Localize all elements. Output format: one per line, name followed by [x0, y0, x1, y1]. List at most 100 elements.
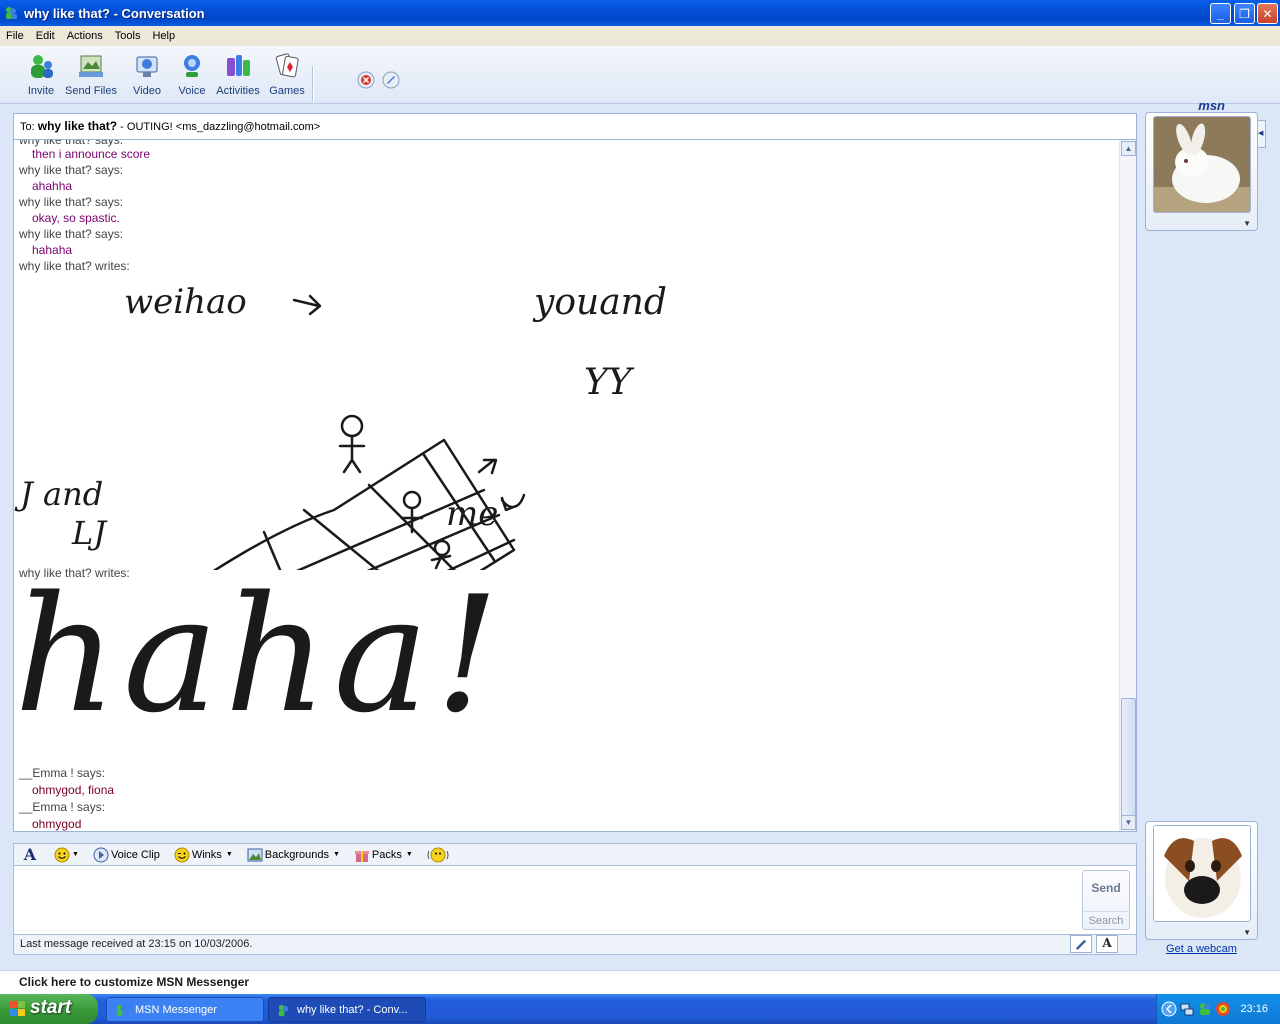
message-text: ohmygod: [32, 817, 82, 831]
menu-bar: File Edit Actions Tools Help: [0, 26, 1280, 46]
to-bar: To: why like that? - OUTING! <ms_dazzlin…: [13, 113, 1137, 139]
voice-icon: [184, 55, 200, 77]
rabbit-image: [1154, 117, 1250, 212]
menu-actions[interactable]: Actions: [61, 30, 109, 42]
backgrounds-button[interactable]: Backgrounds ▼: [247, 847, 340, 863]
system-tray: 23:16: [1156, 994, 1280, 1024]
nudge-icon: [427, 847, 449, 862]
send-button[interactable]: Send: [1083, 881, 1129, 895]
msn-buddy-icon: [6, 7, 17, 19]
clock: 23:16: [1240, 1003, 1268, 1015]
invite-button[interactable]: Invite: [13, 52, 69, 97]
message-input[interactable]: [18, 870, 1068, 930]
voice-clip-button[interactable]: Voice Clip: [93, 847, 160, 863]
main-toolbar: Invite Send Files Video Voice Activities: [0, 46, 1280, 113]
chevron-down-icon[interactable]: ▼: [1243, 928, 1251, 937]
gift-icon: [354, 850, 369, 862]
conversation-history[interactable]: why like that? says: then i announce sco…: [13, 139, 1137, 832]
start-button[interactable]: start: [0, 994, 98, 1024]
invite-icon: [31, 55, 53, 78]
my-display-picture-frame: ▼: [1145, 821, 1258, 940]
contact-display-picture[interactable]: [1153, 116, 1251, 213]
winks-button[interactable]: Winks ▼: [174, 847, 233, 863]
block-icon[interactable]: [357, 71, 375, 89]
chevron-down-icon: ▼: [405, 851, 413, 858]
get-webcam-link[interactable]: Get a webcam: [1145, 943, 1258, 955]
message-sender: __Emma ! says:: [19, 800, 106, 814]
format-toolbar: A ▼ Voice Clip Winks ▼ Backgrounds ▼ Pac…: [13, 843, 1137, 865]
voice-clip-icon: [93, 847, 109, 862]
ink-word-j-and: J and: [20, 475, 104, 513]
menu-tools[interactable]: Tools: [109, 30, 147, 42]
message-input-area: Send Search: [13, 865, 1137, 935]
message-sender: why like that? says:: [19, 195, 124, 209]
video-icon: [136, 56, 158, 77]
windows-flag-icon: [10, 1001, 25, 1016]
display-picture-icon[interactable]: [382, 71, 400, 89]
tray-expand-icon[interactable]: [1161, 1001, 1177, 1017]
send-files-icon: [79, 55, 103, 77]
contact-email: - OUTING! <ms_dazzling@hotmail.com>: [117, 121, 321, 133]
activities-icon: [227, 55, 250, 76]
send-files-button[interactable]: Send Files: [63, 52, 119, 97]
network-icon[interactable]: [1179, 1001, 1195, 1017]
message-text: ohmygod, fiona: [32, 783, 115, 797]
maximize-button[interactable]: ❐: [1234, 3, 1255, 24]
chevron-down-icon[interactable]: ▼: [1243, 219, 1251, 228]
games-icon: [275, 53, 299, 78]
nudge-button[interactable]: [427, 847, 451, 863]
text-mode-button[interactable]: A: [1096, 935, 1118, 953]
msn-buddy-icon: [278, 1004, 289, 1017]
handwritten-drawing-haha: haha!: [14, 570, 506, 748]
scroll-thumb[interactable]: [1121, 698, 1136, 816]
taskbar: start MSN Messenger why like that? - Con…: [0, 994, 1280, 1024]
chevron-down-icon: ▼: [332, 851, 340, 858]
antivirus-icon[interactable]: [1215, 1001, 1231, 1017]
title-bar: why like that? - Conversation _ ❐ ✕: [0, 0, 1280, 26]
contact-display-picture-frame: ▼: [1145, 112, 1258, 231]
font-button[interactable]: A: [22, 846, 40, 863]
collapse-panel-button[interactable]: ◀: [1258, 120, 1266, 148]
my-display-picture[interactable]: [1153, 825, 1251, 922]
message-text: hahaha: [32, 243, 73, 257]
message-sender: __Emma ! says:: [19, 766, 106, 780]
ink-word-lj: LJ: [72, 514, 107, 552]
packs-button[interactable]: Packs ▼: [354, 847, 413, 863]
toolbar-separator: [312, 66, 314, 102]
scroll-up-button[interactable]: ▲: [1121, 141, 1136, 156]
message-sender: why like that? says:: [19, 139, 124, 147]
ink-word-weihao: weihao: [124, 282, 247, 322]
chevron-down-icon: ▼: [225, 851, 233, 858]
minimize-button[interactable]: _: [1210, 3, 1231, 24]
status-bar: Last message received at 23:15 on 10/03/…: [13, 935, 1137, 955]
message-text: okay, so spastic.: [32, 211, 120, 225]
menu-edit[interactable]: Edit: [30, 30, 61, 42]
message-text: then i announce score: [32, 147, 151, 161]
message-sender: why like that? says:: [19, 227, 124, 241]
msn-logo: msn: [1198, 98, 1225, 113]
msn-tray-icon[interactable]: [1197, 1001, 1213, 1017]
conversation-scrollbar[interactable]: ▲ ▼: [1119, 140, 1136, 831]
task-msn-messenger[interactable]: MSN Messenger: [106, 997, 264, 1022]
backgrounds-icon: [247, 848, 263, 861]
smiley-icon: [54, 847, 70, 862]
task-conversation[interactable]: why like that? - Conv...: [268, 997, 426, 1022]
last-message-status: Last message received at 23:15 on 10/03/…: [20, 938, 253, 950]
message-text: ahahha: [32, 179, 73, 193]
activities-button[interactable]: Activities: [210, 52, 266, 97]
emoticon-button[interactable]: ▼: [54, 847, 79, 863]
menu-help[interactable]: Help: [146, 30, 181, 42]
message-sender: why like that? says:: [19, 163, 124, 177]
chevron-down-icon: ▼: [72, 851, 79, 858]
customize-banner[interactable]: Click here to customize MSN Messenger: [0, 970, 1280, 994]
search-button[interactable]: Search: [1083, 911, 1129, 927]
wink-icon: [174, 847, 190, 862]
menu-file[interactable]: File: [0, 30, 30, 42]
games-button[interactable]: Games: [259, 52, 315, 97]
handwriting-mode-icon[interactable]: [1070, 935, 1092, 953]
close-button[interactable]: ✕: [1257, 3, 1278, 24]
window-title: why like that? - Conversation: [24, 5, 205, 21]
scroll-down-button[interactable]: ▼: [1121, 815, 1136, 830]
contact-name[interactable]: why like that?: [38, 119, 117, 133]
msn-buddy-icon: [116, 1004, 127, 1017]
